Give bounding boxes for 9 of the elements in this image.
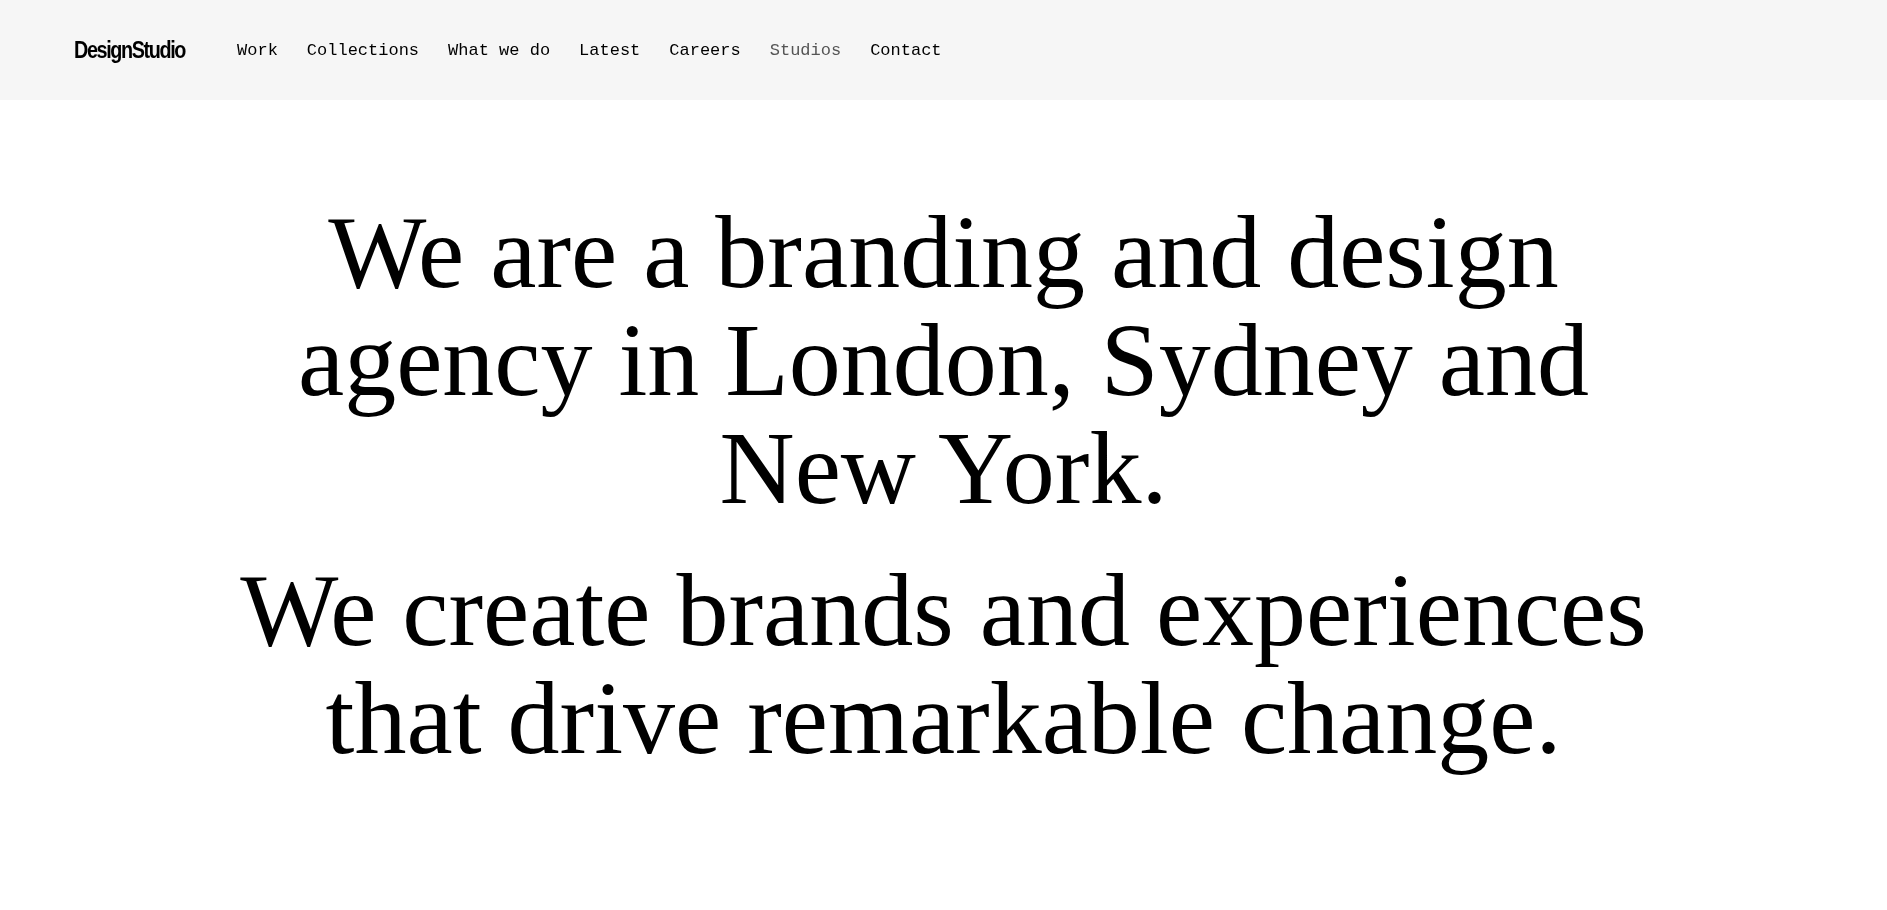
nav-link[interactable]: Collections <box>306 41 420 59</box>
nav-link[interactable]: Latest <box>579 41 641 59</box>
nav-link[interactable]: Careers <box>669 41 741 59</box>
nav-link[interactable]: Studios <box>769 41 842 59</box>
logo[interactable]: DesignStudio <box>74 38 185 62</box>
nav-link[interactable]: Work <box>237 41 278 59</box>
headline-text: We are a branding and design agency in London, Sydney and New York. <box>296 198 1591 522</box>
nav-link[interactable]: What we do <box>448 41 551 59</box>
nav-link[interactable]: Contact <box>870 41 942 59</box>
